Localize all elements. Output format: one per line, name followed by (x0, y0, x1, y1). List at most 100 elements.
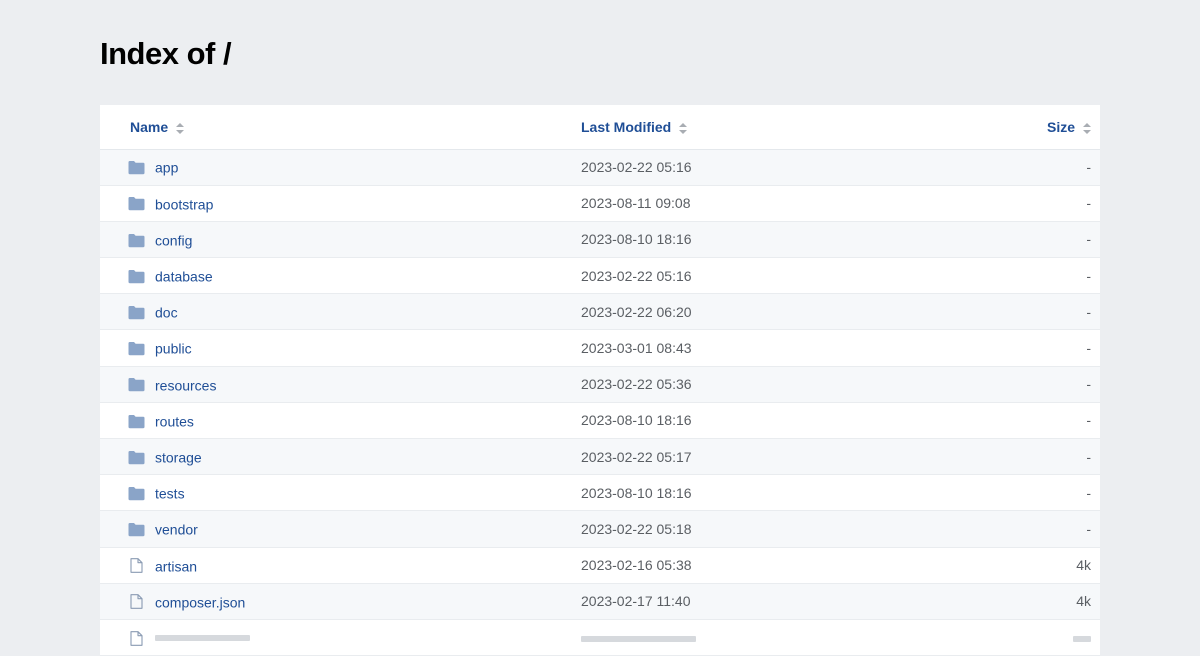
name-cell: database (100, 258, 581, 294)
table-row[interactable]: resources 2023-02-22 05:36 - (100, 366, 1100, 403)
folder-icon (128, 269, 145, 284)
table-row[interactable]: storage 2023-02-22 05:17 - (100, 438, 1100, 475)
entry-link[interactable]: vendor (155, 522, 198, 538)
last-modified-cell: 2023-02-17 11:40 (581, 593, 691, 610)
entry-link[interactable]: bootstrap (155, 196, 213, 212)
table-row[interactable]: app 2023-02-22 05:16 - (100, 149, 1100, 186)
last-modified-cell: 2023-02-22 05:18 (581, 520, 692, 537)
name-cell: resources (100, 366, 581, 402)
column-header-last-modified-label[interactable]: Last Modified (581, 119, 671, 135)
table-body: app 2023-02-22 05:16 - bootstrap 2023-08… (100, 149, 1100, 656)
table-row[interactable]: routes 2023-08-10 18:16 - (100, 402, 1100, 439)
last-modified-cell: 2023-02-16 05:38 (581, 557, 692, 574)
size-cell: - (1086, 303, 1091, 320)
size-cell: - (1086, 231, 1091, 248)
name-cell: vendor (100, 511, 581, 547)
entry-link[interactable]: tests (155, 485, 185, 501)
name-cell: app (100, 149, 581, 185)
folder-icon (128, 522, 145, 537)
name-cell: tests (100, 475, 581, 511)
last-modified-cell: 2023-08-10 18:16 (581, 231, 692, 248)
entry-link[interactable]: app (155, 160, 178, 176)
size-cell: - (1086, 340, 1091, 357)
entry-link[interactable]: resources (155, 377, 216, 393)
folder-icon (128, 160, 145, 175)
table-header-row: Name Last Modified Size (100, 105, 1100, 149)
table-row[interactable]: vendor 2023-02-22 05:18 - (100, 510, 1100, 548)
column-header-size[interactable]: Size (841, 105, 1101, 149)
sort-icon[interactable] (1083, 122, 1091, 134)
file-table: Name Last Modified Size app 2023-02-22 0… (100, 105, 1100, 656)
table-row[interactable]: doc 2023-02-22 06:20 - (100, 293, 1100, 330)
size-cell: - (1086, 520, 1091, 537)
name-cell: bootstrap (100, 185, 581, 221)
entry-link[interactable]: database (155, 268, 213, 284)
last-modified-cell: 2023-02-22 06:20 (581, 303, 692, 320)
table-row[interactable]: config 2023-08-10 18:16 - (100, 221, 1100, 258)
name-cell: artisan (100, 547, 581, 583)
folder-icon (128, 196, 145, 211)
column-header-name-label[interactable]: Name (130, 119, 168, 135)
folder-icon (128, 486, 145, 501)
size-cell: - (1086, 448, 1091, 465)
last-modified-cell (581, 619, 841, 655)
last-modified-cell: 2023-03-01 08:43 (581, 340, 692, 357)
name-cell: routes (100, 402, 581, 438)
size-cell: - (1086, 412, 1091, 429)
folder-icon (128, 450, 145, 465)
size-cell: - (1086, 376, 1091, 393)
entry-link[interactable]: storage (155, 449, 202, 465)
size-cell (841, 619, 1101, 655)
entry-link[interactable]: artisan (155, 558, 197, 574)
last-modified-cell: 2023-08-11 09:08 (581, 195, 691, 212)
last-modified-cell: 2023-02-22 05:16 (581, 159, 692, 176)
name-cell: storage (100, 439, 581, 475)
table-row[interactable]: bootstrap 2023-08-11 09:08 - (100, 185, 1100, 222)
last-modified-cell: 2023-02-22 05:17 (581, 448, 692, 465)
entry-link[interactable]: composer.json (155, 594, 245, 610)
folder-icon (128, 414, 145, 429)
size-cell: - (1086, 159, 1091, 176)
page-title: Index of / (100, 36, 232, 71)
file-listing: Name Last Modified Size app 2023-02-22 0… (100, 105, 1100, 656)
size-cell: 4k (1076, 593, 1091, 610)
size-cell: - (1086, 484, 1091, 501)
table-row-partial[interactable] (100, 619, 1101, 656)
name-cell: composer.json (100, 583, 581, 619)
truncated-text (581, 635, 696, 642)
name-cell: doc (100, 294, 581, 330)
table-row[interactable]: artisan 2023-02-16 05:38 4k (100, 547, 1100, 584)
size-cell: - (1086, 195, 1091, 212)
truncated-text (1073, 635, 1091, 642)
size-cell: - (1086, 267, 1091, 284)
table-row[interactable]: tests 2023-08-10 18:16 - (100, 474, 1100, 511)
sort-icon[interactable] (176, 122, 185, 134)
last-modified-cell: 2023-02-22 05:16 (581, 267, 692, 284)
file-icon (128, 558, 145, 574)
table-row[interactable]: composer.json 2023-02-17 11:40 4k (100, 583, 1100, 620)
folder-icon (128, 341, 145, 356)
table-row[interactable]: public 2023-03-01 08:43 - (100, 329, 1100, 367)
entry-link[interactable]: routes (155, 413, 194, 429)
last-modified-cell: 2023-08-10 18:16 (581, 484, 692, 501)
file-icon (128, 594, 145, 610)
column-header-name[interactable]: Name (100, 105, 581, 149)
column-header-last-modified[interactable]: Last Modified (581, 105, 841, 149)
column-header-size-label[interactable]: Size (1047, 119, 1075, 135)
entry-link[interactable]: doc (155, 304, 178, 320)
last-modified-cell: 2023-08-10 18:16 (581, 412, 692, 429)
last-modified-cell: 2023-02-22 05:36 (581, 376, 692, 393)
folder-icon (128, 377, 145, 392)
sort-icon[interactable] (679, 122, 688, 134)
name-cell: public (100, 330, 581, 366)
size-cell: 4k (1076, 557, 1091, 574)
name-cell (100, 619, 581, 655)
entry-link[interactable]: config (155, 232, 192, 248)
file-icon (128, 631, 145, 646)
folder-icon (128, 233, 145, 248)
truncated-text (155, 635, 250, 642)
entry-link[interactable]: public (155, 341, 192, 357)
table-row[interactable]: database 2023-02-22 05:16 - (100, 257, 1100, 294)
folder-icon (128, 305, 145, 320)
name-cell: config (100, 221, 581, 257)
